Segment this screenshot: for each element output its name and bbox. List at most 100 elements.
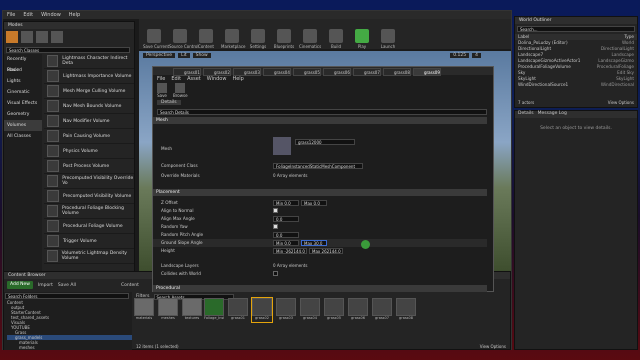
- asset-tile[interactable]: grass01: [228, 298, 248, 322]
- editor-save-button[interactable]: Save: [157, 83, 167, 98]
- editor-menu-window[interactable]: Window: [207, 76, 227, 82]
- category-cinematic[interactable]: Cinematic: [4, 87, 42, 98]
- outliner-view-options[interactable]: View Options: [608, 100, 634, 105]
- random-pitch-field[interactable]: 0.0: [273, 232, 299, 238]
- category-basic[interactable]: Basic: [4, 65, 42, 76]
- add-new-button[interactable]: Add New: [7, 281, 33, 289]
- menu-edit[interactable]: Edit: [23, 12, 33, 18]
- import-button[interactable]: Import: [38, 283, 53, 288]
- content-breadcrumb[interactable]: Content: [121, 283, 139, 288]
- random-pitch-label: Random Pitch Angle: [161, 232, 204, 237]
- menu-help[interactable]: Help: [69, 12, 80, 18]
- tab-grass01[interactable]: grass01: [173, 68, 201, 76]
- list-item[interactable]: Precomputed Visibility Override Vo: [44, 174, 134, 189]
- fov-value[interactable]: 0.125: [450, 53, 470, 58]
- mesh-picker[interactable]: grass12000: [295, 139, 355, 145]
- list-item[interactable]: Procedural Foliage Blocking Volume: [44, 204, 134, 219]
- perspective-button[interactable]: Perspective: [143, 53, 176, 58]
- menu-window[interactable]: Window: [41, 12, 61, 18]
- asset-tile[interactable]: grass03: [276, 298, 296, 322]
- content-view-options[interactable]: View Options: [480, 344, 506, 349]
- tab-message-log[interactable]: Message Log: [538, 111, 567, 118]
- details-sub-tab[interactable]: Details: [157, 100, 181, 105]
- placement-section[interactable]: Placement: [153, 189, 487, 196]
- search-details-input[interactable]: Search Details: [157, 109, 487, 115]
- landscape-mode-icon[interactable]: [36, 31, 48, 43]
- list-item[interactable]: Volumetric Lightmap Density Volume: [44, 249, 134, 264]
- list-item[interactable]: Precomputed Visibility Volume: [44, 189, 134, 204]
- list-item[interactable]: Nav Modifier Volume: [44, 114, 134, 129]
- folder-item[interactable]: meshes: [7, 345, 132, 350]
- lit-button[interactable]: Lit: [178, 53, 190, 58]
- editor-menu-edit[interactable]: Edit: [171, 76, 181, 82]
- procedural-section[interactable]: Procedural: [153, 285, 487, 292]
- tab-grass02[interactable]: grass02: [203, 68, 231, 76]
- place-mode-icon[interactable]: [6, 31, 18, 43]
- editor-toolbar: Save Browse: [157, 83, 188, 98]
- collides-checkbox[interactable]: [273, 271, 278, 276]
- asset-tile[interactable]: materials: [134, 298, 154, 322]
- list-item[interactable]: Lightmass Importance Volume: [44, 69, 134, 84]
- tab-grass05[interactable]: grass05: [293, 68, 321, 76]
- category-lights[interactable]: Lights: [4, 76, 42, 87]
- paint-mode-icon[interactable]: [21, 31, 33, 43]
- search-classes-input[interactable]: Search Classes: [6, 47, 130, 53]
- asset-tile[interactable]: grass04: [300, 298, 320, 322]
- editor-browse-button[interactable]: Browse: [173, 83, 188, 98]
- search-folders-input[interactable]: Search Folders: [5, 293, 129, 299]
- align-max-angle-field[interactable]: 0.0: [273, 216, 299, 222]
- snap-value[interactable]: 4: [472, 53, 481, 58]
- category-all-classes[interactable]: All Classes: [4, 131, 42, 142]
- asset-tile[interactable]: grass07: [372, 298, 392, 322]
- category-visual-effects[interactable]: Visual Effects: [4, 98, 42, 109]
- align-max-angle-label: Align Max Angle: [161, 216, 195, 221]
- z-offset-min[interactable]: Min 0.0: [273, 200, 299, 206]
- tab-grass03[interactable]: grass03: [233, 68, 261, 76]
- list-item[interactable]: Physics Volume: [44, 144, 134, 159]
- foliage-mode-icon[interactable]: [51, 31, 63, 43]
- tab-grass09[interactable]: grass09: [413, 68, 441, 76]
- volume-icon: [47, 160, 59, 172]
- category-recently-placed[interactable]: Recently Placed: [4, 54, 42, 73]
- component-class-dropdown[interactable]: FoliageInstancedStaticMeshComponent: [273, 163, 363, 169]
- asset-tile[interactable]: grass05: [324, 298, 344, 322]
- tab-details[interactable]: Details: [518, 111, 534, 118]
- tab-grass07[interactable]: grass07: [353, 68, 381, 76]
- asset-tile-selected[interactable]: grass02: [251, 297, 273, 323]
- height-max[interactable]: Max 262144.0: [309, 248, 343, 254]
- ground-slope-max[interactable]: Max 30.0: [301, 240, 327, 246]
- height-min[interactable]: Min -262144.0: [273, 248, 307, 254]
- editor-menu-file[interactable]: File: [157, 76, 165, 82]
- editor-menu-help[interactable]: Help: [232, 76, 243, 82]
- volume-icon: [47, 85, 59, 97]
- list-item[interactable]: Trigger Volume: [44, 234, 134, 249]
- asset-tile[interactable]: textures: [182, 298, 202, 322]
- save-all-button[interactable]: Save All: [58, 283, 76, 288]
- menu-file[interactable]: File: [7, 12, 15, 18]
- category-volumes[interactable]: Volumes: [4, 120, 42, 131]
- random-yaw-checkbox[interactable]: [273, 224, 278, 229]
- asset-tile[interactable]: meshes: [158, 298, 178, 322]
- list-item[interactable]: Post Process Volume: [44, 159, 134, 174]
- list-item[interactable]: Nav Mesh Bounds Volume: [44, 99, 134, 114]
- z-offset-max[interactable]: Max 0.0: [301, 200, 327, 206]
- tab-grass06[interactable]: grass06: [323, 68, 351, 76]
- outliner-search-input[interactable]: Search...: [517, 26, 635, 32]
- category-geometry[interactable]: Geometry: [4, 109, 42, 120]
- asset-tile[interactable]: grass06: [348, 298, 368, 322]
- tab-grass04[interactable]: grass04: [263, 68, 291, 76]
- mesh-section[interactable]: Mesh: [153, 117, 487, 124]
- ground-slope-min[interactable]: Min 0.0: [273, 240, 299, 246]
- list-item[interactable]: Pain Causing Volume: [44, 129, 134, 144]
- asset-tile[interactable]: Foliage_Instance: [204, 298, 224, 322]
- outliner-row[interactable]: WindDirectionalSource1 WindDirectional: [515, 82, 637, 88]
- show-button[interactable]: Show: [192, 53, 211, 58]
- asset-tile[interactable]: grass08: [396, 298, 416, 322]
- align-normal-checkbox[interactable]: [273, 208, 278, 213]
- world-outliner-title: World Outliner: [515, 17, 637, 24]
- list-item[interactable]: Mesh Merge Culling Volume: [44, 84, 134, 99]
- list-item[interactable]: Procedural Foliage Volume: [44, 219, 134, 234]
- tab-grass08[interactable]: grass08: [383, 68, 411, 76]
- editor-menu-asset[interactable]: Asset: [187, 76, 201, 82]
- list-item[interactable]: Lightmass Character Indirect Deta: [44, 54, 134, 69]
